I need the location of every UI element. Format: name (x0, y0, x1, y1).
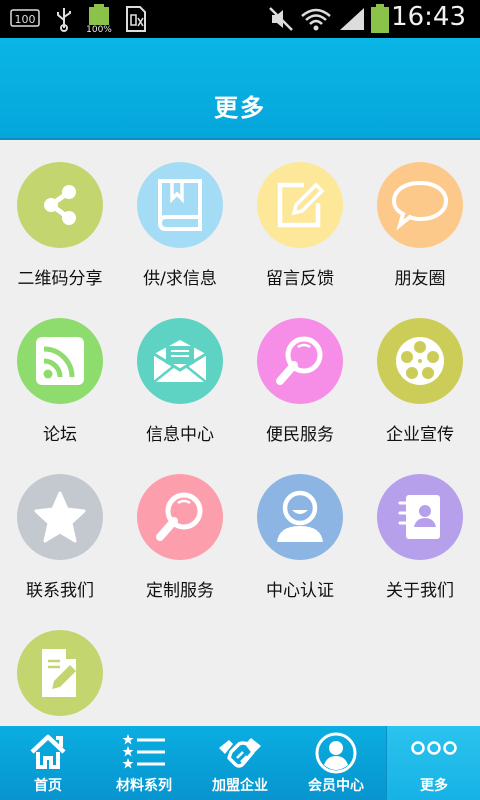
grid-item-label: 二维码分享 (17, 269, 103, 289)
grid-item-circle[interactable] (377, 474, 463, 560)
handshake-icon (219, 738, 261, 768)
grid-item-circle[interactable] (137, 318, 223, 404)
wifi-icon (301, 8, 331, 31)
battery-badge-text: 100% (86, 25, 112, 34)
tab-join-enterprise[interactable]: 加盟企业 (192, 726, 288, 800)
magnifier-icon (276, 336, 323, 385)
tab-member-center[interactable]: 会员中心 (288, 726, 384, 800)
grid-item-label: 供/求信息 (143, 269, 217, 289)
grid-item-contact-us[interactable]: 联系我们 (0, 452, 120, 608)
grid-item-circle[interactable] (377, 162, 463, 248)
notification-counter-icon: 100 (10, 9, 40, 27)
edit-note-icon (277, 182, 325, 228)
grid-item-label: 关于我们 (386, 581, 454, 601)
tab-label: 材料系列 (116, 778, 172, 794)
tab-label: 会员中心 (308, 778, 364, 794)
battery-icon (371, 4, 389, 33)
grid-item-circle[interactable] (257, 318, 343, 404)
contact-book-icon (398, 495, 440, 539)
signal-icon (340, 8, 364, 30)
grid-item-supply-demand[interactable]: 供/求信息 (120, 140, 240, 296)
sim-icon (126, 6, 146, 32)
grid-item-certification[interactable]: 中心认证 (240, 452, 360, 608)
tab-more[interactable]: 更多 (386, 726, 480, 800)
tab-label: 更多 (420, 778, 448, 794)
status-bar: 100 100% 16:43 (0, 0, 480, 38)
share-icon (44, 185, 76, 225)
grid-item-label: 中心认证 (266, 581, 334, 601)
film-reel-icon (396, 337, 444, 385)
tab-label: 首页 (34, 778, 62, 794)
grid-item-about-us[interactable]: 关于我们 (360, 452, 480, 608)
grid-item-label: 联系我们 (26, 581, 94, 601)
tab-materials[interactable]: 材料系列 (96, 726, 192, 800)
grid-item-feedback[interactable]: 留言反馈 (240, 140, 360, 296)
page-title: 更多 (214, 94, 266, 122)
star-icon (34, 491, 86, 543)
home-icon (30, 734, 66, 769)
chat-bubble-icon (391, 180, 449, 231)
rss-icon (36, 337, 84, 385)
more-dots-icon (411, 741, 457, 755)
grid-item-label: 论坛 (43, 425, 77, 445)
grid-item-convenience[interactable]: 便民服务 (240, 296, 360, 452)
grid-item-circle[interactable] (257, 162, 343, 248)
grid-item-circle[interactable] (17, 162, 103, 248)
grid-item-circle[interactable] (257, 474, 343, 560)
grid-item-forum[interactable]: 论坛 (0, 296, 120, 452)
mail-icon (153, 340, 207, 383)
grid-item-qr-share[interactable]: 二维码分享 (0, 140, 120, 296)
usb-icon (57, 8, 71, 32)
battery-full-icon: 100% (86, 4, 112, 34)
magnifier-icon (156, 492, 203, 541)
title-bar: 更多 (0, 38, 480, 140)
tab-label: 加盟企业 (212, 778, 268, 794)
user-icon (277, 490, 323, 542)
book-icon (158, 179, 202, 231)
grid-item-circle[interactable] (137, 474, 223, 560)
grid-item-circle[interactable] (377, 318, 463, 404)
document-edit-icon (42, 649, 76, 697)
grid-item-info-center[interactable]: 信息中心 (120, 296, 240, 452)
notification-badge-text: 100 (15, 13, 36, 26)
bottom-tab-bar: 首页 材料系列 加盟企业 会员中心 更多 (0, 726, 480, 800)
grid-item-moments[interactable]: 朋友圈 (360, 140, 480, 296)
grid-item-label: 便民服务 (266, 425, 334, 445)
grid-item-circle[interactable] (17, 630, 103, 716)
grid-item-circle[interactable] (17, 474, 103, 560)
mute-icon (269, 7, 293, 31)
grid-item-label: 定制服务 (146, 581, 214, 601)
grid-item-promotion[interactable]: 企业宣传 (360, 296, 480, 452)
list-icon (122, 734, 165, 769)
grid-item-label: 信息中心 (146, 425, 214, 445)
grid-item-label: 朋友圈 (394, 269, 446, 289)
member-icon (315, 732, 357, 774)
grid-item-custom-service[interactable]: 定制服务 (120, 452, 240, 608)
status-time: 16:43 (391, 2, 466, 32)
grid-item-circle[interactable] (17, 318, 103, 404)
grid-item-label: 留言反馈 (266, 269, 334, 289)
grid-item-label: 企业宣传 (386, 425, 454, 445)
tab-home[interactable]: 首页 (0, 726, 96, 800)
grid-item-circle[interactable] (137, 162, 223, 248)
